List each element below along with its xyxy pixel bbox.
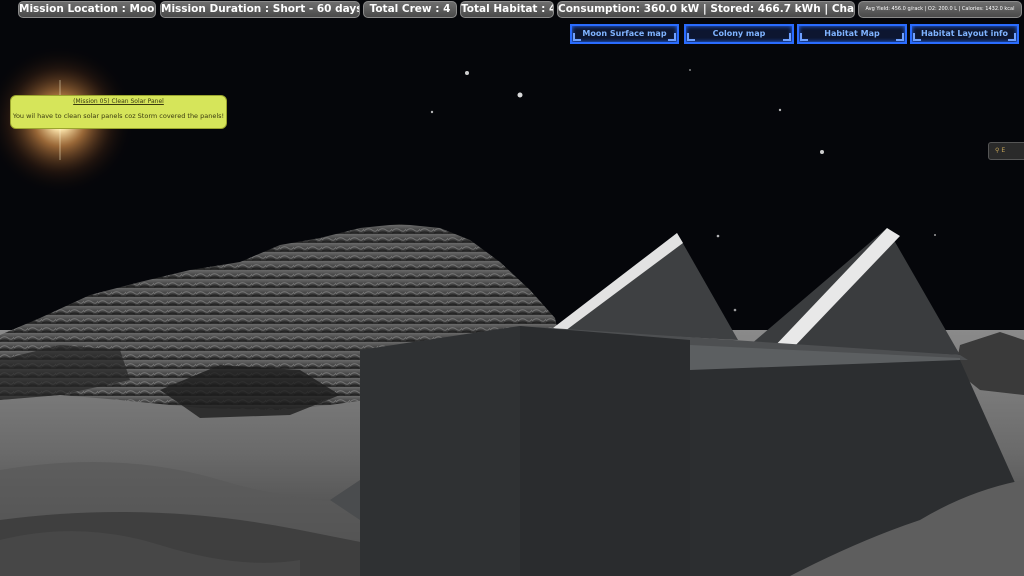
mission-description: You wil have to clean solar panels coz S… [12,112,225,120]
habitat-module [360,326,520,576]
total-crew: Total Crew : 4 [363,1,457,18]
mission-location: Mission Location : Moon [18,1,156,18]
colony-map-button[interactable]: Colony map [684,24,794,44]
status-bar: Mission Location : Moon Mission Duration… [0,0,1024,20]
power-status: Consumption: 360.0 kW | Stored: 466.7 kW… [557,1,855,18]
mission-card[interactable]: (Mission 05) Clean Solar Panel You wil h… [10,95,227,129]
side-panel-tab[interactable]: ⚲ E [988,142,1024,160]
mission-duration: Mission Duration : Short - 60 days [160,1,360,18]
game-scene [0,0,1024,576]
resource-status: Avg Yield: 456.0 g/rack | O2: 200.0 L | … [858,1,1022,18]
mission-title: (Mission 05) Clean Solar Panel [73,98,164,105]
search-icon: ⚲ [995,147,1000,154]
total-habitat: Total Habitat : 4 [460,1,554,18]
habitat-map-button[interactable]: Habitat Map [797,24,907,44]
moon-surface-map-button[interactable]: Moon Surface map [570,24,679,44]
side-tab-label: E [1001,147,1006,154]
habitat-layout-info-button[interactable]: Habitat Layout info [910,24,1019,44]
